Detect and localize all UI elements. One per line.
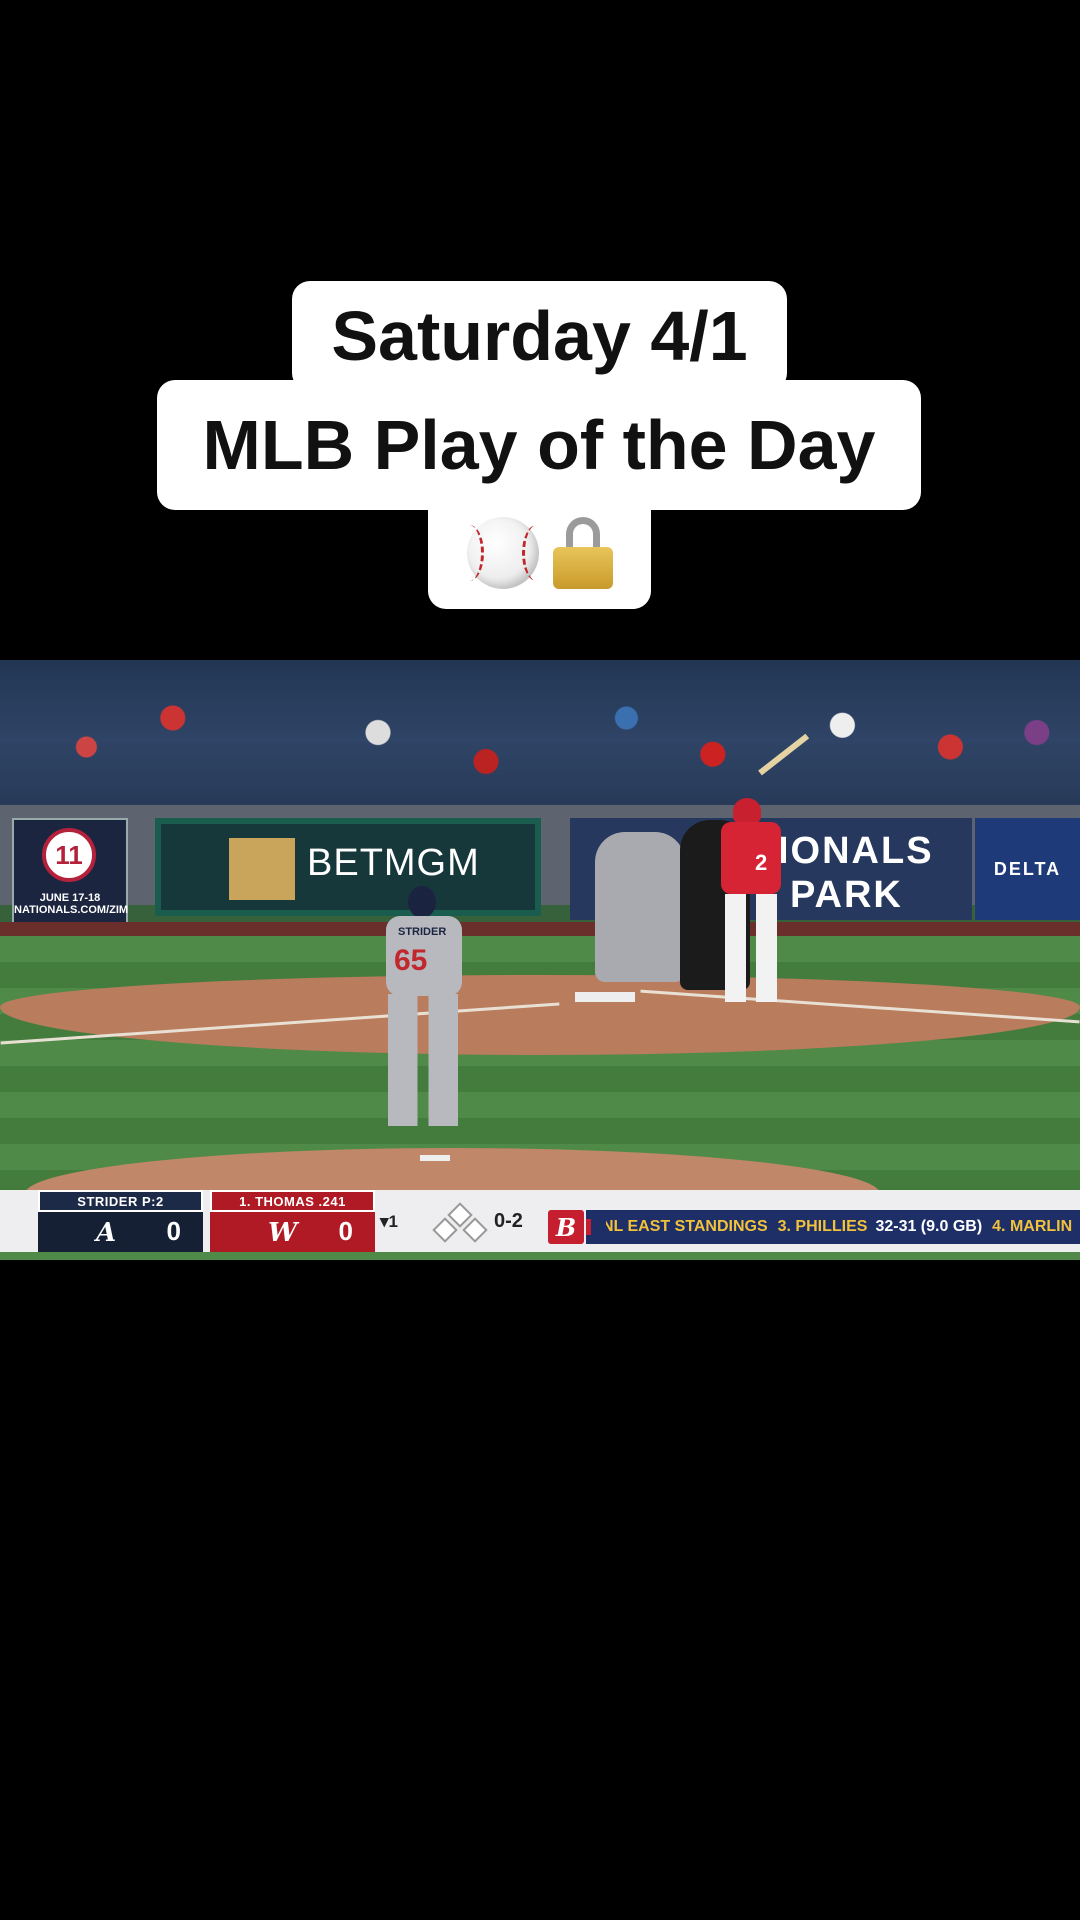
ball-strike-count: 0-2 xyxy=(494,1210,523,1232)
pitcher-jersey-name: STRIDER xyxy=(398,926,447,938)
lion-logo-icon xyxy=(229,838,295,900)
baseball-icon xyxy=(466,517,539,589)
anniversary-ad: 11 JUNE 17-18 NATIONALS.COM/ZIM xyxy=(12,818,128,924)
away-pitcher-info: STRIDER P:2 xyxy=(38,1190,203,1212)
away-score: 0 xyxy=(166,1216,181,1246)
caption-date-text: Saturday 4/1 xyxy=(331,297,748,375)
bases-diamond-icon xyxy=(432,1202,488,1243)
lock-icon xyxy=(552,517,613,589)
scorebug: STRIDER P:2 A 0 1. THOMAS .241 W 0 ▾1 0-… xyxy=(0,1190,1080,1252)
pitcher-number: 65 xyxy=(394,944,428,977)
ticker-label: NL EAST STANDINGS xyxy=(602,1218,768,1235)
home-score: 0 xyxy=(338,1216,353,1246)
anniversary-text: JUNE 17-18 NATIONALS.COM/ZIM xyxy=(14,892,129,916)
home-batter-info: 1. THOMAS .241 xyxy=(210,1190,375,1212)
sponsor-logo-icon: B xyxy=(548,1210,584,1244)
batter: 2 xyxy=(715,798,785,1002)
warning-track xyxy=(0,922,1080,936)
ticker-item: 3. PHILLIES 32-31 (9.0 GB) xyxy=(777,1218,983,1235)
pitcher: STRIDER 65 xyxy=(378,886,468,1126)
caption-title-text: MLB Play of the Day xyxy=(202,406,876,484)
home-plate xyxy=(575,992,635,1002)
catcher xyxy=(595,832,685,982)
betmgm-wordmark: BETMGM xyxy=(307,842,480,884)
inning-indicator: ▾1 xyxy=(380,1212,398,1231)
pitching-rubber xyxy=(420,1155,450,1161)
caption-emoji-row xyxy=(428,497,651,609)
video-frame[interactable]: 11 JUNE 17-18 NATIONALS.COM/ZIM BETMGM I… xyxy=(0,660,1080,1260)
caption-line-2: MLB Play of the Day xyxy=(157,380,921,510)
nationals-logo-icon: W xyxy=(268,1218,298,1248)
braves-logo-icon: A xyxy=(96,1218,117,1248)
standings-ticker: NL EAST STANDINGS 3. PHILLIES 32-31 (9.0 … xyxy=(586,1210,1080,1244)
betmgm-ad: BETMGM xyxy=(155,818,541,916)
ticker-item: 4. MARLIN xyxy=(992,1218,1073,1235)
away-team-score: STRIDER P:2 A 0 xyxy=(38,1190,203,1252)
caption-line-1: Saturday 4/1 xyxy=(292,281,787,391)
batter-number: 2 xyxy=(755,850,768,875)
home-team-score: 1. THOMAS .241 W 0 xyxy=(210,1190,375,1252)
anniversary-number: 11 xyxy=(42,828,96,882)
delta-ad: DELTA xyxy=(975,818,1080,920)
crowd-stands xyxy=(0,660,1080,805)
